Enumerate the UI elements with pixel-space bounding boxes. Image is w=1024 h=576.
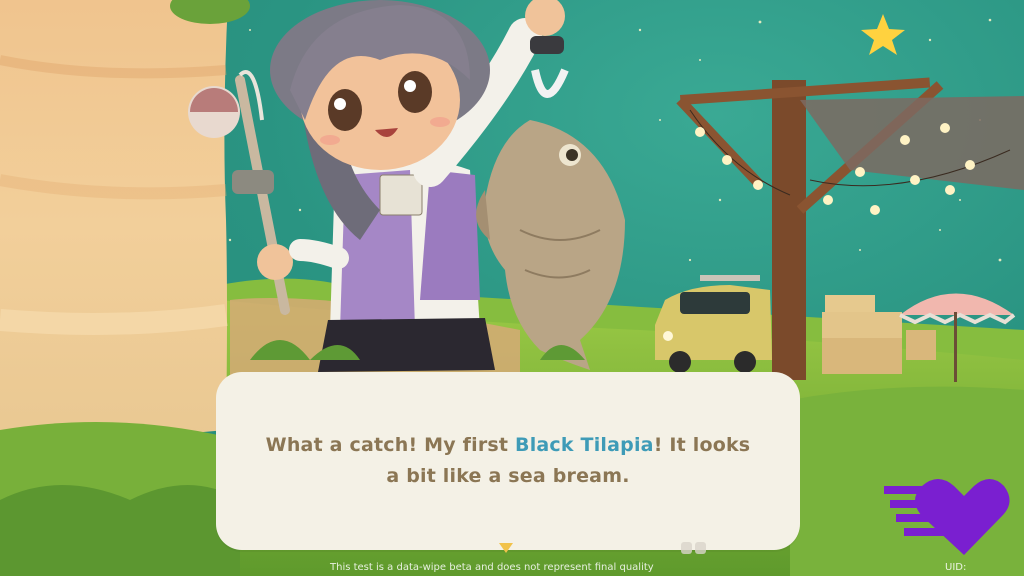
dialog-text-before: What a catch! My first <box>265 434 516 456</box>
heart-speed-logo-icon <box>884 479 1010 555</box>
beta-disclaimer: This test is a data-wipe beta and does n… <box>330 562 654 573</box>
black-tilapia-fish <box>476 120 625 370</box>
advance-arrow-icon[interactable] <box>497 541 515 555</box>
game-scene: What a catch! My first Black Tilapia! It… <box>0 0 1024 576</box>
uid-label: UID: <box>945 562 967 573</box>
menu-dots-icon[interactable] <box>679 540 709 556</box>
dialog-highlight-item: Black Tilapia <box>515 434 654 456</box>
dialog-box[interactable]: What a catch! My first Black Tilapia! It… <box>216 372 800 550</box>
dialog-text: What a catch! My first Black Tilapia! It… <box>258 430 758 492</box>
